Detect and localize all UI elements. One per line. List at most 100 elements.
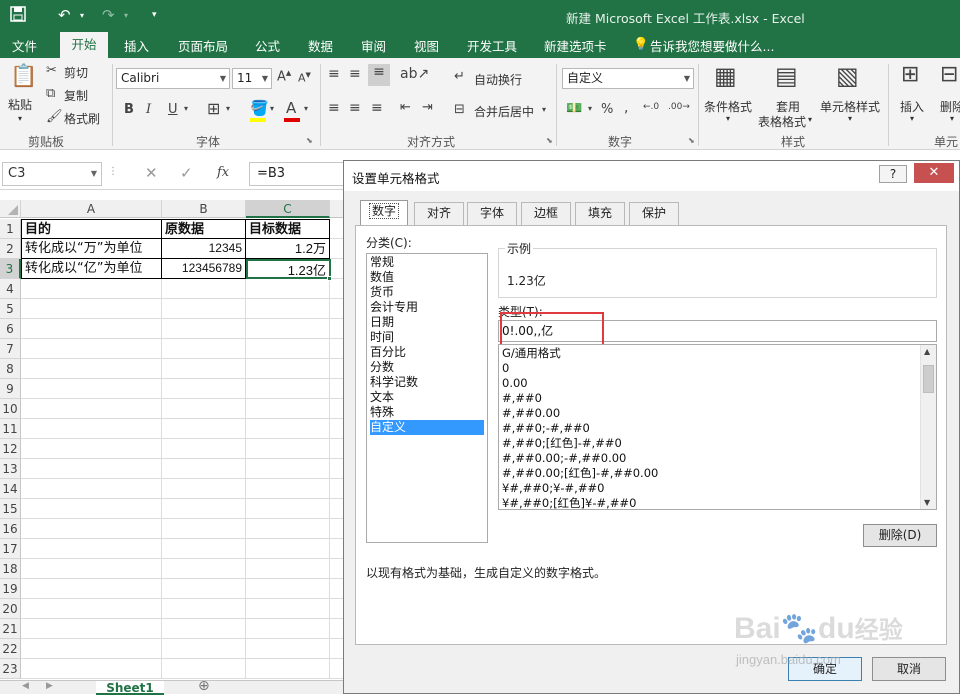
customize-toolbar-icon[interactable]: ▾ <box>152 10 157 20</box>
cut-button[interactable]: 剪切 <box>64 64 88 81</box>
tell-me-search[interactable]: 告诉我您想要做什么... <box>650 36 774 55</box>
tab-new[interactable]: 新建选项卡 <box>544 36 607 55</box>
empty-cell[interactable] <box>162 599 246 619</box>
font-color-icon[interactable]: A <box>286 99 296 117</box>
tab-home[interactable]: 开始 <box>60 32 108 58</box>
category-item[interactable]: 货币 <box>370 285 484 300</box>
empty-cell[interactable] <box>246 319 330 339</box>
cancel-entry-icon[interactable]: ✕ <box>145 164 158 182</box>
row-header[interactable]: 8 <box>0 359 21 379</box>
empty-cell[interactable] <box>21 599 162 619</box>
dialog-tab-number[interactable]: 数字 <box>360 200 408 226</box>
empty-cell[interactable] <box>246 599 330 619</box>
delete-cells-icon[interactable]: ⊟ <box>940 62 958 87</box>
category-item[interactable]: 数值 <box>370 270 484 285</box>
help-button[interactable]: ? <box>879 165 907 183</box>
row-header[interactable]: 21 <box>0 619 21 639</box>
increase-indent-icon[interactable]: ⇥ <box>422 100 433 115</box>
empty-cell[interactable] <box>21 359 162 379</box>
font-launcher-icon[interactable]: ⬊ <box>306 136 313 145</box>
tab-developer[interactable]: 开发工具 <box>467 36 517 55</box>
empty-cell[interactable] <box>162 659 246 679</box>
cell-a3[interactable]: 转化成以“亿”为单位 <box>21 259 162 279</box>
empty-cell[interactable] <box>246 339 330 359</box>
format-code-item[interactable]: #,##0;-#,##0 <box>502 421 590 436</box>
alignment-launcher-icon[interactable]: ⬊ <box>546 136 553 145</box>
formula-input[interactable]: =B3 <box>249 162 345 186</box>
align-center-icon[interactable]: ≡ <box>349 100 361 116</box>
conditional-format-icon[interactable]: ▦ <box>714 62 737 90</box>
empty-cell[interactable] <box>246 639 330 659</box>
align-bottom-icon[interactable]: ≡ <box>368 64 390 86</box>
row-header[interactable]: 23 <box>0 659 21 679</box>
empty-cell[interactable] <box>162 459 246 479</box>
empty-cell[interactable] <box>246 459 330 479</box>
next-sheet-icon[interactable]: ▶ <box>46 681 53 691</box>
empty-cell[interactable] <box>21 499 162 519</box>
cut-icon[interactable]: ✂ <box>46 63 57 78</box>
delete-dropdown-icon[interactable]: ▾ <box>950 114 954 123</box>
empty-cell[interactable] <box>162 639 246 659</box>
dialog-tab-font[interactable]: 字体 <box>467 202 517 225</box>
delete-format-button[interactable]: 删除(D) <box>863 524 937 547</box>
empty-cell[interactable] <box>162 339 246 359</box>
empty-cell[interactable] <box>246 279 330 299</box>
empty-cell[interactable] <box>21 459 162 479</box>
tab-file[interactable]: 文件 <box>12 36 37 55</box>
empty-cell[interactable] <box>246 399 330 419</box>
font-size-select[interactable]: 11 ▼ <box>232 68 272 89</box>
row-header[interactable]: 5 <box>0 299 21 319</box>
category-item[interactable]: 日期 <box>370 315 484 330</box>
column-header-c[interactable]: C <box>246 200 330 218</box>
redo-dropdown-icon[interactable]: ▾ <box>124 11 128 20</box>
format-code-item[interactable]: #,##0.00;-#,##0.00 <box>502 451 626 466</box>
save-icon[interactable] <box>10 6 26 26</box>
empty-cell[interactable] <box>246 379 330 399</box>
empty-cell[interactable] <box>246 579 330 599</box>
empty-cell[interactable] <box>162 559 246 579</box>
font-color-dropdown-icon[interactable]: ▾ <box>304 104 308 113</box>
cell-styles-dropdown-icon[interactable]: ▾ <box>848 114 852 123</box>
align-right-icon[interactable]: ≡ <box>371 100 383 116</box>
cell-a1[interactable]: 目的 <box>21 219 162 239</box>
empty-cell[interactable] <box>246 419 330 439</box>
empty-cell[interactable] <box>162 439 246 459</box>
paste-button[interactable]: 粘贴 <box>8 96 32 113</box>
row-header[interactable]: 14 <box>0 479 21 499</box>
undo-dropdown-icon[interactable]: ▾ <box>80 11 84 20</box>
font-name-select[interactable]: Calibri ▼ <box>116 68 230 89</box>
copy-icon[interactable]: ⧉ <box>46 86 55 101</box>
format-list-scrollbar[interactable]: ▲ ▼ <box>920 345 936 509</box>
empty-cell[interactable] <box>21 479 162 499</box>
empty-cell[interactable] <box>246 619 330 639</box>
scroll-down-icon[interactable]: ▼ <box>924 498 930 507</box>
tab-view[interactable]: 视图 <box>414 36 439 55</box>
category-item-selected[interactable]: 自定义 <box>370 420 484 435</box>
column-header-b[interactable]: B <box>162 200 246 218</box>
empty-cell[interactable] <box>21 419 162 439</box>
category-item[interactable]: 会计专用 <box>370 300 484 315</box>
redo-icon[interactable]: ↷ <box>102 6 115 24</box>
empty-cell[interactable] <box>21 279 162 299</box>
wrap-text-button[interactable]: 自动换行 <box>474 71 522 88</box>
bold-button[interactable]: B <box>124 102 134 117</box>
row-header[interactable]: 10 <box>0 399 21 419</box>
scroll-up-icon[interactable]: ▲ <box>924 347 930 356</box>
percent-icon[interactable]: % <box>601 102 613 117</box>
prev-sheet-icon[interactable]: ◀ <box>22 681 29 691</box>
empty-cell[interactable] <box>21 399 162 419</box>
row-header[interactable]: 9 <box>0 379 21 399</box>
format-code-item[interactable]: ¥#,##0;[红色]¥-#,##0 <box>502 496 636 509</box>
tab-data[interactable]: 数据 <box>308 36 333 55</box>
empty-cell[interactable] <box>162 399 246 419</box>
empty-cell[interactable] <box>162 359 246 379</box>
underline-button[interactable]: U <box>168 102 178 117</box>
empty-cell[interactable] <box>162 539 246 559</box>
empty-cell[interactable] <box>162 319 246 339</box>
dialog-tab-border[interactable]: 边框 <box>521 202 571 225</box>
format-code-item[interactable]: G/通用格式 <box>502 346 561 361</box>
sheet-tab-sheet1[interactable]: Sheet1 <box>96 681 164 695</box>
cell-styles-button[interactable]: 单元格样式 <box>820 98 880 115</box>
format-code-item[interactable]: 0.00 <box>502 376 528 391</box>
empty-cell[interactable] <box>162 299 246 319</box>
